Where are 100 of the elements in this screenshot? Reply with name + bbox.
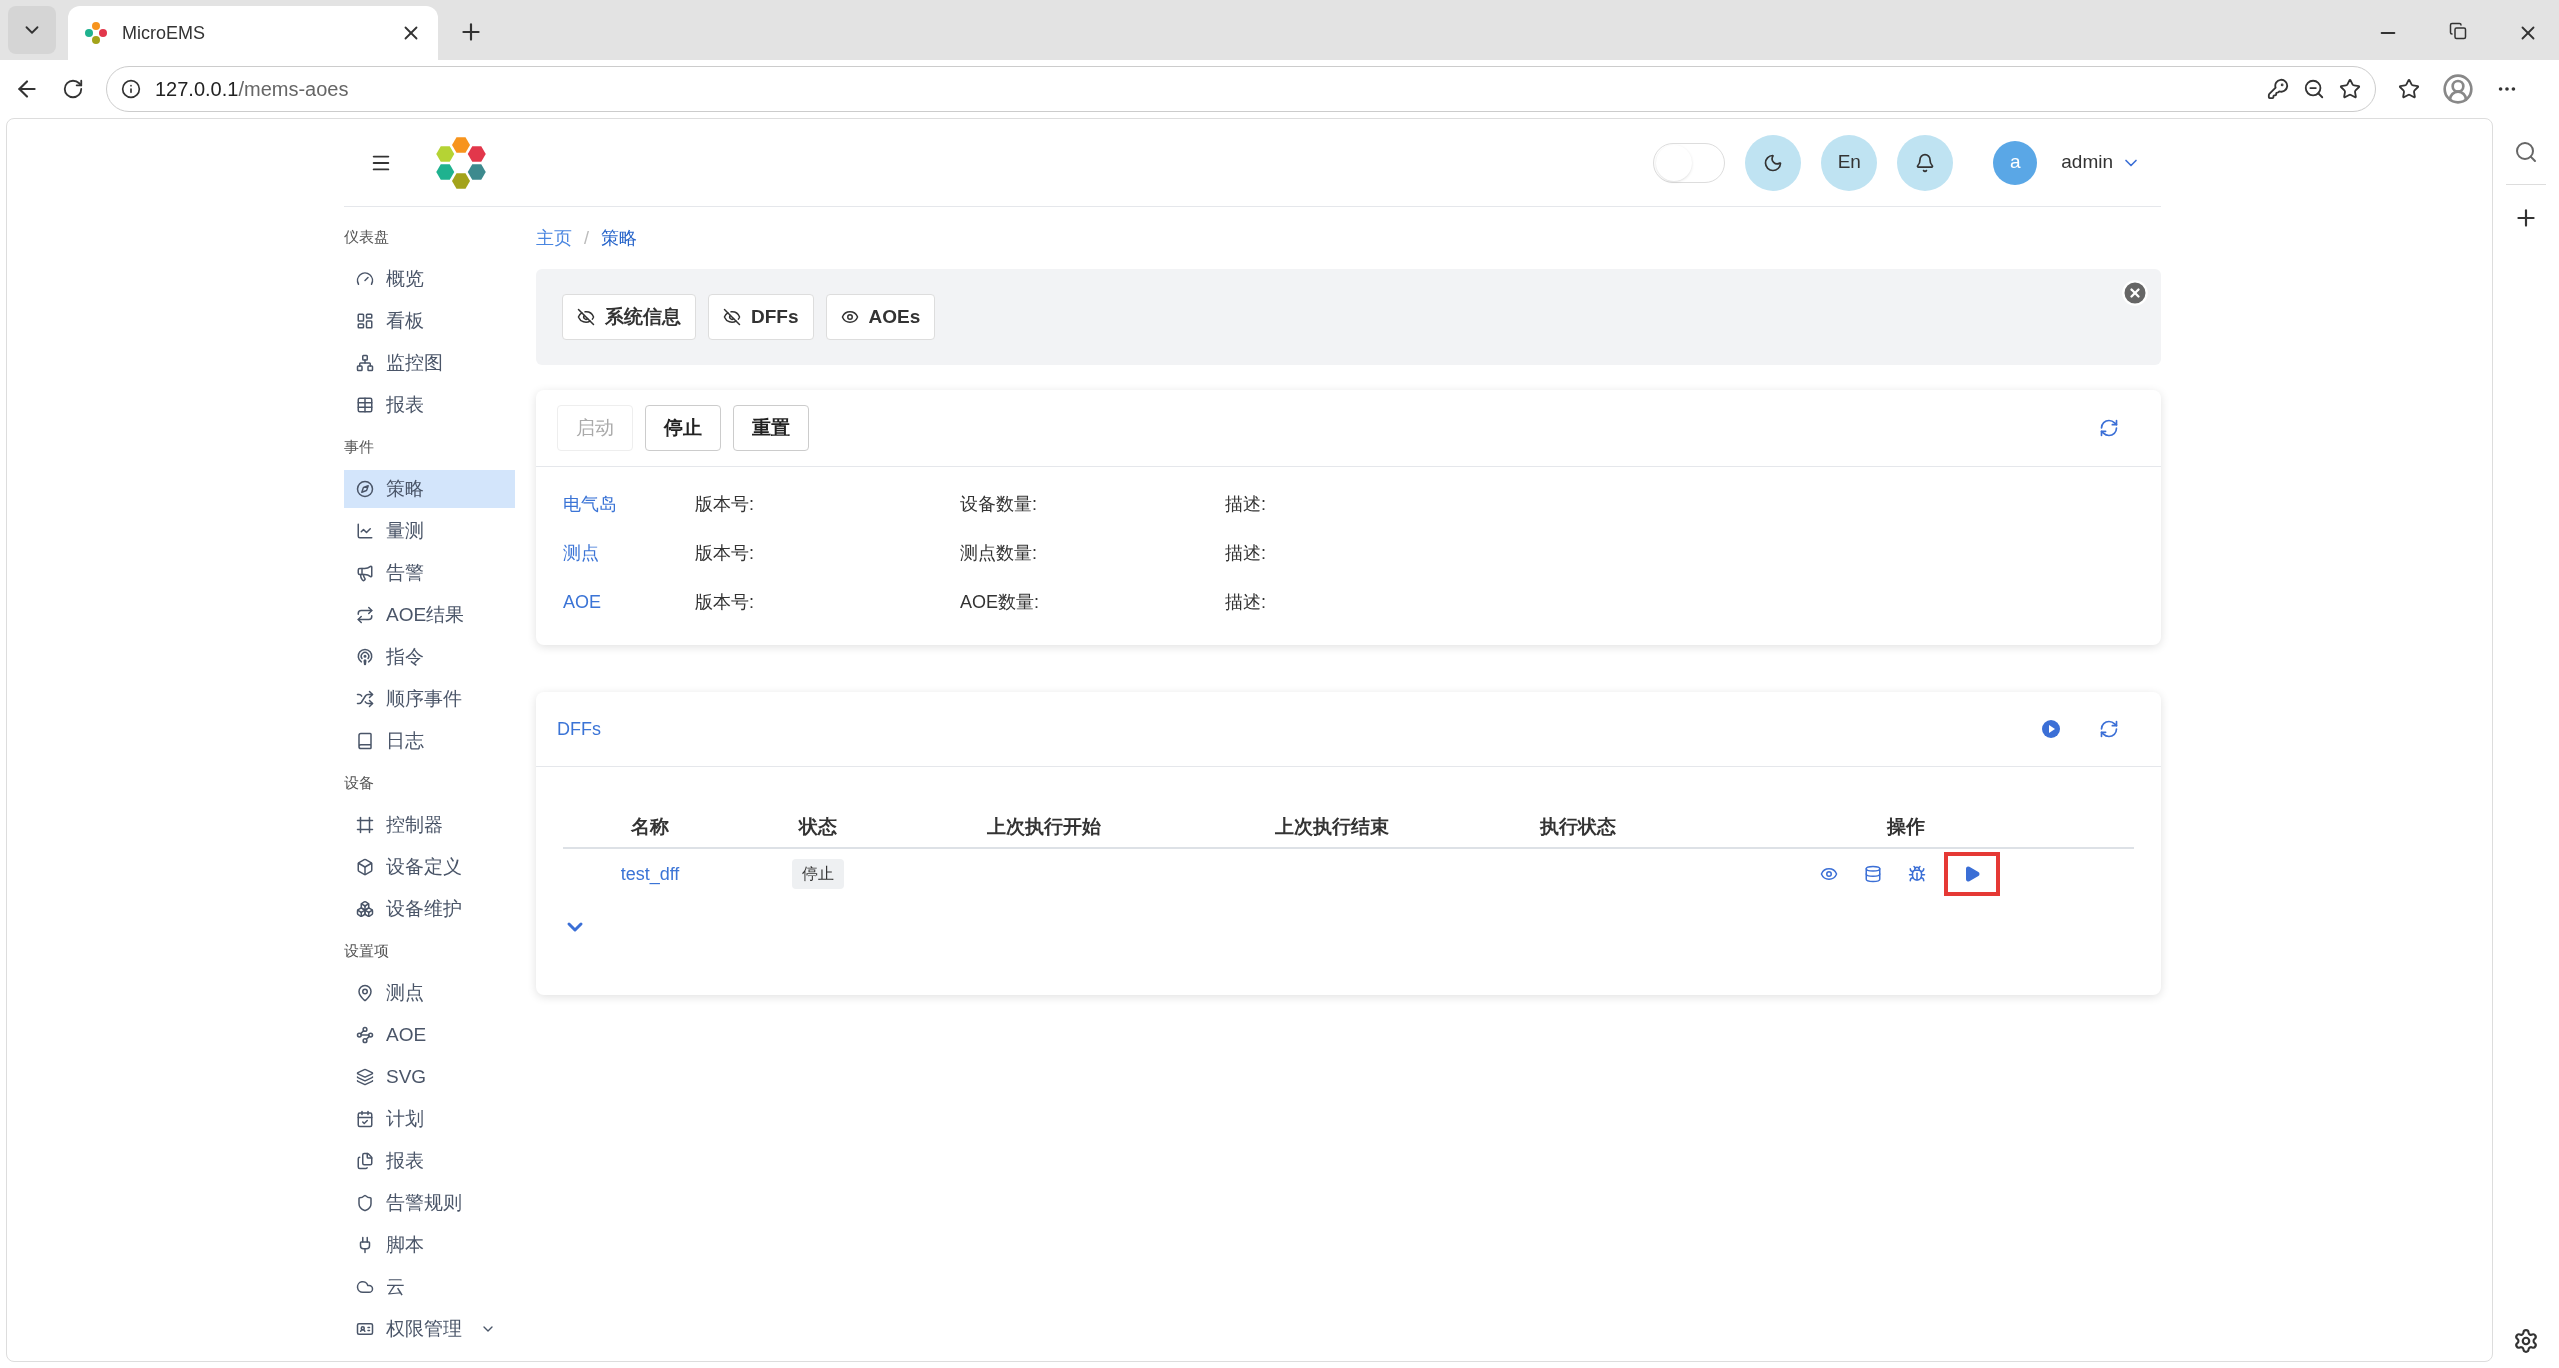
- pin-icon: [356, 984, 374, 1002]
- column-header: 状态: [799, 814, 837, 839]
- sidebar-item[interactable]: 计划: [344, 1100, 515, 1138]
- sidebar-item[interactable]: 控制器: [344, 806, 515, 844]
- line-chart-icon: [356, 522, 374, 540]
- files-icon: [356, 1152, 374, 1170]
- favicon-icon: [84, 21, 108, 45]
- sidebar-item[interactable]: 概览: [344, 260, 515, 298]
- breadcrumb-link[interactable]: 主页: [536, 224, 572, 252]
- column-header: 名称: [631, 814, 669, 839]
- hierarchy-icon: [356, 354, 374, 372]
- info-link[interactable]: 电气岛: [563, 491, 695, 518]
- sidebar-item[interactable]: 设备定义: [344, 848, 515, 886]
- layers-icon: [356, 1068, 374, 1086]
- column-header: 上次执行结束: [1275, 814, 1389, 839]
- nodes-icon: [356, 1026, 374, 1044]
- sidebar-item[interactable]: AOE: [344, 1016, 515, 1054]
- compass-icon: [356, 480, 374, 498]
- zoom-out-icon[interactable]: [2303, 78, 2325, 100]
- info-link[interactable]: 测点: [563, 540, 695, 567]
- reload-icon[interactable]: [62, 78, 84, 100]
- count-label: 测点数量:: [960, 542, 1038, 565]
- toggle-button[interactable]: 系统信息: [562, 294, 696, 340]
- column-header: 操作: [1887, 814, 1925, 839]
- sidebar-item[interactable]: 日志: [344, 722, 515, 760]
- star-icon[interactable]: [2339, 78, 2361, 100]
- table-icon: [356, 396, 374, 414]
- search-icon[interactable]: [2514, 140, 2538, 164]
- toggle-button[interactable]: AOEs: [825, 294, 936, 340]
- sidebar-heading: 设置项: [344, 940, 389, 961]
- version-label: 版本号:: [695, 493, 755, 516]
- favorites-icon[interactable]: [2398, 78, 2420, 100]
- gauge-icon: [356, 270, 374, 288]
- profile-icon[interactable]: [2442, 73, 2474, 105]
- frame-icon: [356, 816, 374, 834]
- refresh-icon[interactable]: [2099, 719, 2119, 739]
- sidebar-item[interactable]: AOE结果: [344, 596, 515, 634]
- count-label: AOE数量:: [960, 591, 1040, 614]
- description-label: 描述:: [1225, 493, 1266, 516]
- dashboard-icon: [356, 312, 374, 330]
- sidebar-item[interactable]: 告警规则: [344, 1184, 515, 1222]
- user-name[interactable]: admin: [2061, 148, 2113, 177]
- cloud-icon: [356, 1278, 374, 1296]
- control-button[interactable]: 停止: [645, 405, 721, 451]
- repeat-icon: [356, 606, 374, 624]
- browser-tab[interactable]: MicroEMS: [68, 6, 438, 60]
- key-icon[interactable]: [2267, 78, 2289, 100]
- info-link[interactable]: AOE: [563, 589, 695, 616]
- eye-slash-icon: [577, 308, 595, 326]
- eye-slash-icon: [723, 308, 741, 326]
- id-card-icon: [356, 1320, 374, 1338]
- sidebar-item[interactable]: 顺序事件: [344, 680, 515, 718]
- site-info-icon[interactable]: [121, 79, 141, 99]
- shield-icon: [356, 1194, 374, 1212]
- sidebar-item[interactable]: 权限管理: [344, 1310, 515, 1348]
- breadcrumb-link[interactable]: 策略: [601, 224, 637, 252]
- sidebar-heading: 事件: [344, 436, 374, 457]
- eye-icon: [840, 308, 859, 326]
- settings-icon[interactable]: [2513, 1328, 2539, 1354]
- sidebar-item[interactable]: 云: [344, 1268, 515, 1306]
- sidebar-item[interactable]: 报表: [344, 386, 515, 424]
- column-header: 上次执行开始: [987, 814, 1101, 839]
- sidebar-item[interactable]: 脚本: [344, 1226, 515, 1264]
- version-label: 版本号:: [695, 591, 755, 614]
- count-label: 设备数量:: [960, 493, 1038, 516]
- sidebar-item[interactable]: 设备维护: [344, 890, 515, 928]
- play-icon[interactable]: [2041, 719, 2061, 739]
- play-icon[interactable]: [1944, 852, 2000, 896]
- language-button[interactable]: En: [1821, 134, 1878, 191]
- description-label: 描述:: [1225, 542, 1266, 565]
- sidebar-item[interactable]: SVG: [344, 1058, 515, 1096]
- toggle-button[interactable]: DFFs: [708, 294, 814, 340]
- control-button[interactable]: 重置: [733, 405, 809, 451]
- theme-toggle[interactable]: [1653, 142, 1726, 183]
- restore-icon[interactable]: [2449, 22, 2467, 40]
- bell-icon: [1915, 152, 1936, 173]
- cubes-icon: [356, 900, 374, 918]
- sidebar-item[interactable]: 量测: [344, 512, 515, 550]
- sidebar-item[interactable]: 告警: [344, 554, 515, 592]
- column-header: 执行状态: [1540, 814, 1616, 839]
- calendar-icon: [356, 1110, 374, 1128]
- sidebar-item[interactable]: 指令: [344, 638, 515, 676]
- status-badge: 停止: [792, 859, 844, 889]
- sidebar-item[interactable]: 看板: [344, 302, 515, 340]
- close-icon[interactable]: [2121, 279, 2149, 307]
- breadcrumb-separator: /: [584, 226, 589, 250]
- sidebar-heading: 设备: [344, 772, 374, 793]
- sidebar-item[interactable]: 测点: [344, 974, 515, 1012]
- broadcast-icon: [356, 648, 374, 666]
- version-label: 版本号:: [695, 542, 755, 565]
- sidebar-item[interactable]: 监控图: [344, 344, 515, 382]
- refresh-icon[interactable]: [2099, 418, 2119, 438]
- sidebar-item[interactable]: 策略: [344, 470, 515, 508]
- megaphone-icon: [356, 564, 374, 582]
- sidebar-item[interactable]: 报表: [344, 1142, 515, 1180]
- card-title: DFFs: [557, 717, 602, 741]
- cube-icon: [356, 858, 374, 876]
- shuffle-icon: [356, 690, 374, 708]
- book-icon: [356, 732, 374, 750]
- dff-name-link[interactable]: test_dff: [620, 860, 680, 888]
